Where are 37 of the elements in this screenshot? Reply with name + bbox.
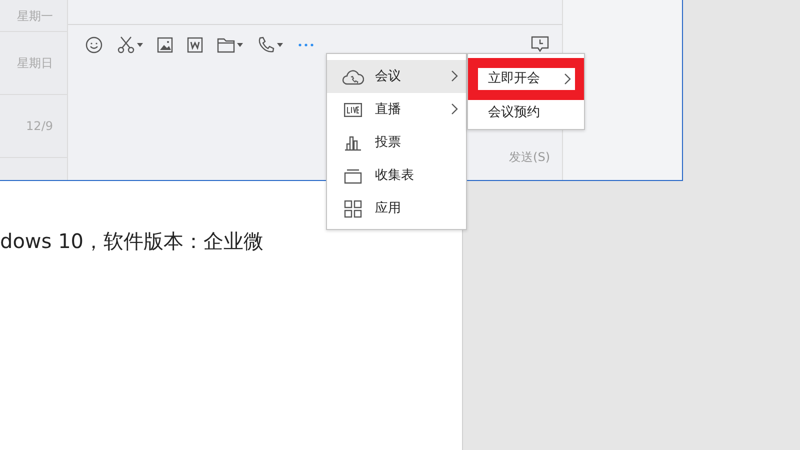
caret-icon [137, 43, 143, 47]
document-icon [187, 37, 203, 53]
menu-item[interactable]: 会议预约 [468, 102, 584, 124]
document-button[interactable] [187, 37, 203, 53]
phone-button[interactable] [257, 36, 283, 54]
more-button[interactable] [297, 42, 315, 48]
document-text: dows 10，软件版本：企业微 [0, 228, 264, 255]
chevron-right-icon [564, 73, 571, 85]
more-icon [297, 42, 315, 48]
folder-button[interactable] [217, 37, 243, 53]
cloud-phone-icon [342, 68, 364, 86]
chevron-right-icon [451, 70, 458, 82]
chat-history-icon [531, 36, 549, 53]
emoji-button[interactable] [85, 36, 103, 54]
apps-icon [344, 200, 362, 218]
date-label: 星期一 [17, 8, 53, 24]
scissors-button[interactable] [117, 36, 143, 54]
date-label: 星期日 [17, 55, 53, 72]
caret-icon [277, 43, 283, 47]
menu-item[interactable]: 会议 [327, 60, 466, 93]
image-icon [157, 37, 173, 53]
tray-icon [344, 168, 362, 184]
image-button[interactable] [157, 37, 173, 53]
menu-item[interactable]: 直播 [327, 93, 466, 126]
live-icon [344, 102, 362, 116]
menu-item[interactable]: 立即开会 [478, 68, 575, 90]
scissors-icon [117, 36, 135, 54]
emoji-icon [85, 36, 103, 54]
menu-item[interactable]: 应用 [327, 192, 466, 225]
caret-icon [237, 43, 243, 47]
menu-item[interactable]: 投票 [327, 126, 466, 159]
bar-chart-icon [344, 134, 362, 150]
date-label: 12/9 [26, 118, 53, 135]
folder-icon [217, 37, 235, 53]
phone-icon [257, 36, 275, 54]
chevron-right-icon [451, 103, 458, 115]
menu-item[interactable]: 收集表 [327, 159, 466, 192]
